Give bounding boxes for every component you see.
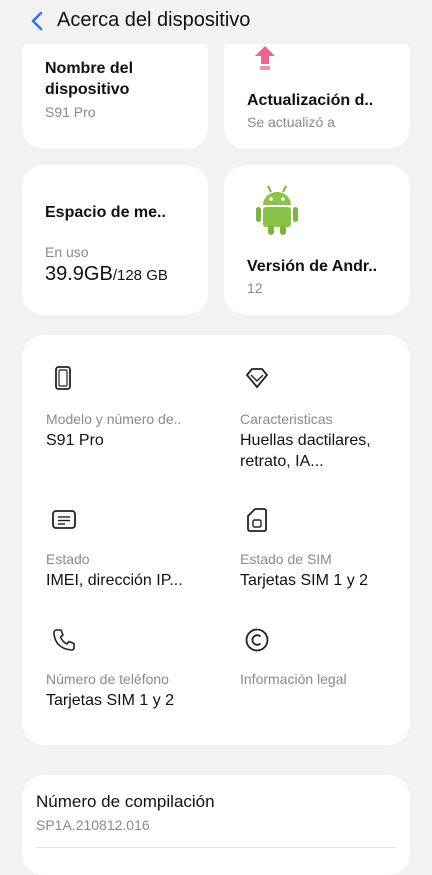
storage-card[interactable]: Espacio de me.. En uso 39.9GB/128 GB [22, 165, 208, 315]
status-label: Estado [46, 551, 90, 567]
phone-handset-icon [53, 629, 75, 651]
divider [36, 847, 396, 848]
storage-caption: En uso [45, 244, 89, 260]
status-item[interactable]: Estado IMEI, dirección IP... [22, 485, 216, 595]
page-title: Acerca del dispositivo [57, 9, 251, 31]
build-number-card[interactable]: Número de compilación SP1A.210812.016 [22, 775, 410, 875]
storage-label: Espacio de me.. [45, 204, 166, 221]
storage-used: 39.9GB [45, 263, 113, 285]
chevron-left-icon[interactable] [30, 11, 44, 31]
sim-card-icon [247, 508, 267, 532]
status-value: IMEI, dirección IP... [46, 572, 183, 589]
device-name-value: S91 Pro [45, 104, 96, 120]
features-label: Caracteristicas [240, 411, 333, 427]
android-version-label: Versión de Andr.. [247, 258, 378, 275]
phone-number-item[interactable]: Número de teléfono Tarjetas SIM 1 y 2 [22, 605, 216, 725]
device-name-card[interactable]: Nombre del dispositivo S91 Pro [22, 30, 208, 149]
app-header: Acerca del dispositivo [0, 0, 432, 44]
info-grid-card: Modelo y número de.. S91 Pro Caracterist… [22, 335, 410, 745]
android-version-card[interactable]: Versión de Andr.. 12 [224, 165, 410, 315]
sim-status-value: Tarjetas SIM 1 y 2 [240, 572, 369, 589]
build-number-value: SP1A.210812.016 [36, 817, 150, 833]
copyright-icon [245, 628, 269, 652]
phone-number-value: Tarjetas SIM 1 y 2 [46, 692, 175, 709]
document-icon [52, 510, 76, 529]
diamond-icon [246, 368, 268, 388]
update-label: Actualización d.. [247, 92, 374, 109]
sim-status-item[interactable]: Estado de SIM Tarjetas SIM 1 y 2 [216, 485, 410, 595]
model-value: S91 Pro [46, 432, 104, 449]
phone-icon [55, 366, 71, 390]
update-value: Se actualizó a [247, 114, 335, 130]
legal-info-label: Información legal [240, 671, 347, 687]
sim-status-label: Estado de SIM [240, 551, 332, 567]
legal-info-item[interactable]: Información legal [216, 605, 410, 725]
update-arrow-icon [255, 46, 275, 70]
device-name-label: Nombre del dispositivo [45, 60, 134, 98]
android-version-value: 12 [247, 280, 263, 296]
storage-usage: 39.9GB/128 GB [45, 263, 168, 286]
features-value: Huellas dactilares, retrato, IA... [240, 432, 371, 470]
update-card[interactable]: Actualización d.. Se actualizó a [224, 30, 410, 149]
phone-number-label: Número de teléfono [46, 671, 169, 687]
android-robot-icon [256, 185, 298, 235]
model-item[interactable]: Modelo y número de.. S91 Pro [22, 335, 216, 465]
model-label: Modelo y número de.. [46, 411, 182, 427]
storage-total: /128 GB [112, 267, 168, 284]
build-number-label: Número de compilación [36, 792, 215, 811]
features-item[interactable]: Caracteristicas Huellas dactilares, retr… [216, 335, 410, 475]
